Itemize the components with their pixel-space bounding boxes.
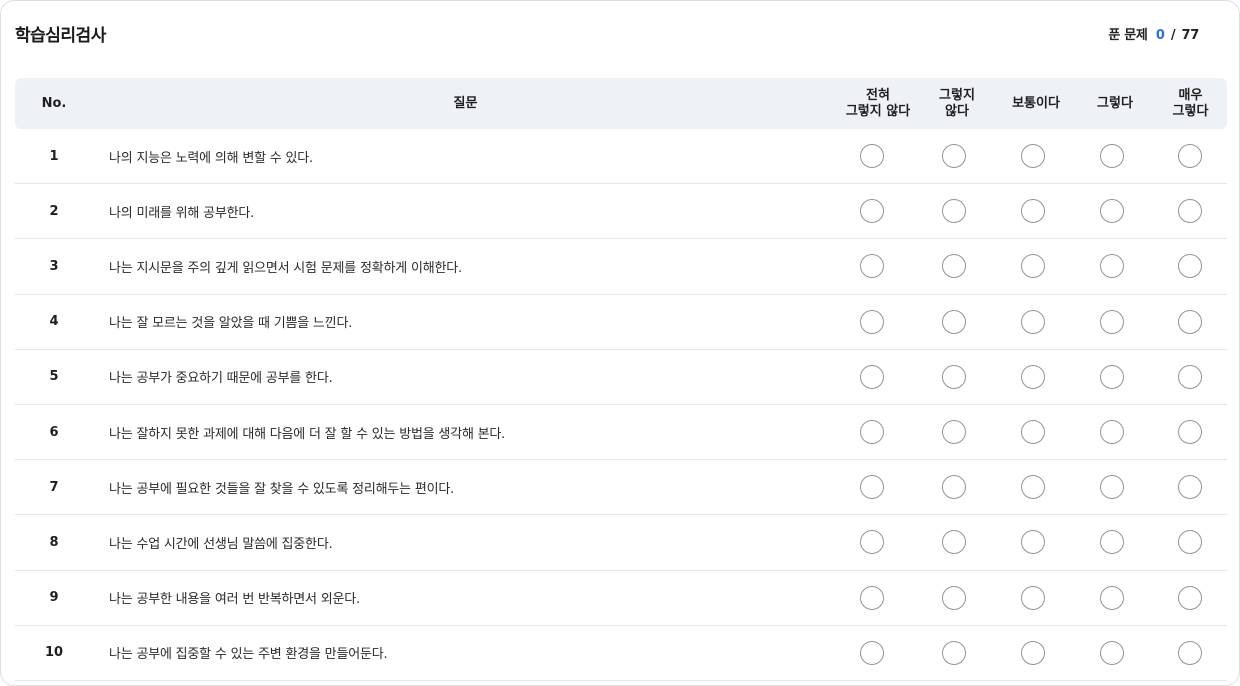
table-header: No. 질문 전혀 그렇지 않다 그렇지 않다 보통이다 그렇다 매우 그렇다 bbox=[15, 78, 1227, 129]
question-text: 나의 미래를 위해 공부한다. bbox=[109, 205, 255, 221]
answer-radio-option-4[interactable] bbox=[1100, 364, 1124, 389]
question-number: 5 bbox=[49, 369, 59, 385]
table-row: 3 나는 지시문을 주의 깊게 읽으면서 시험 문제를 정확하게 이해한다. bbox=[15, 239, 1227, 295]
column-header-option-5: 매우 그렇다 bbox=[1172, 87, 1209, 119]
answer-radio-option-4[interactable] bbox=[1100, 309, 1124, 334]
question-text: 나는 수업 시간에 선생님 말씀에 집중한다. bbox=[109, 536, 333, 552]
question-number: 8 bbox=[49, 534, 59, 550]
answer-radio-option-2[interactable] bbox=[942, 199, 966, 224]
table-row: 8 나는 수업 시간에 선생님 말씀에 집중한다. bbox=[15, 515, 1227, 571]
question-list: 1 나의 지능은 노력에 의해 변할 수 있다. 2 나의 미래를 위해 공부한다. 3… bbox=[15, 129, 1227, 681]
question-number: 4 bbox=[49, 314, 59, 330]
answer-radio-option-1[interactable] bbox=[860, 364, 884, 389]
progress-separator: / bbox=[1170, 27, 1176, 43]
answer-radio-option-5[interactable] bbox=[1178, 585, 1202, 610]
answer-radio-option-1[interactable] bbox=[860, 475, 884, 500]
answer-radio-option-3[interactable] bbox=[1021, 199, 1045, 224]
answer-radio-option-1[interactable] bbox=[860, 144, 884, 169]
column-header-option-3: 보통이다 bbox=[1012, 95, 1060, 111]
answer-radio-option-5[interactable] bbox=[1178, 364, 1202, 389]
column-header-option-1: 전혀 그렇지 않다 bbox=[845, 87, 911, 119]
answer-radio-option-3[interactable] bbox=[1021, 585, 1045, 610]
answer-radio-option-3[interactable] bbox=[1021, 475, 1045, 500]
table-row: 10 나는 공부에 집중할 수 있는 주변 환경을 만들어둔다. bbox=[15, 626, 1227, 681]
table-row: 5 나는 공부가 중요하기 때문에 공부를 한다. bbox=[15, 350, 1227, 405]
question-text: 나는 공부에 필요한 것들을 잘 찾을 수 있도록 정리해두는 편이다. bbox=[109, 481, 455, 497]
question-number: 6 bbox=[49, 424, 59, 440]
question-text: 나는 잘하지 못한 과제에 대해 다음에 더 잘 할 수 있는 방법을 생각해 … bbox=[109, 426, 506, 442]
answer-radio-option-2[interactable] bbox=[942, 585, 966, 610]
table-row: 4 나는 잘 모르는 것을 알았을 때 기쁨을 느낀다. bbox=[15, 295, 1227, 350]
answer-radio-option-2[interactable] bbox=[942, 254, 966, 279]
question-text: 나는 공부에 집중할 수 있는 주변 환경을 만들어둔다. bbox=[109, 647, 388, 663]
progress-label: 푼 문제 bbox=[1108, 27, 1148, 43]
answer-radio-option-2[interactable] bbox=[942, 420, 966, 445]
answer-radio-option-2[interactable] bbox=[942, 475, 966, 500]
column-header-question: 질문 bbox=[453, 95, 478, 111]
answer-radio-option-5[interactable] bbox=[1178, 199, 1202, 224]
question-text: 나는 잘 모르는 것을 알았을 때 기쁨을 느낀다. bbox=[109, 316, 353, 332]
answer-radio-option-3[interactable] bbox=[1021, 144, 1045, 169]
progress-done: 0 bbox=[1155, 27, 1165, 43]
answer-radio-option-3[interactable] bbox=[1021, 364, 1045, 389]
answer-radio-option-3[interactable] bbox=[1021, 640, 1045, 665]
answer-radio-option-5[interactable] bbox=[1178, 420, 1202, 445]
question-text: 나는 지시문을 주의 깊게 읽으면서 시험 문제를 정확하게 이해한다. bbox=[109, 260, 462, 276]
question-text: 나의 지능은 노력에 의해 변할 수 있다. bbox=[109, 150, 313, 166]
page-title: 학습심리검사 bbox=[15, 25, 106, 46]
table-row: 9 나는 공부한 내용을 여러 번 반복하면서 외운다. bbox=[15, 571, 1227, 626]
answer-radio-option-4[interactable] bbox=[1100, 475, 1124, 500]
table-row: 2 나의 미래를 위해 공부한다. bbox=[15, 184, 1227, 240]
answer-radio-option-2[interactable] bbox=[942, 364, 966, 389]
answer-radio-option-1[interactable] bbox=[860, 585, 884, 610]
answer-radio-option-4[interactable] bbox=[1100, 254, 1124, 279]
answer-radio-option-2[interactable] bbox=[942, 309, 966, 334]
answer-radio-option-4[interactable] bbox=[1100, 199, 1124, 224]
answer-radio-option-4[interactable] bbox=[1100, 420, 1124, 445]
answer-radio-option-3[interactable] bbox=[1021, 309, 1045, 334]
question-number: 2 bbox=[49, 203, 59, 219]
answer-radio-option-3[interactable] bbox=[1021, 254, 1045, 279]
answer-radio-option-5[interactable] bbox=[1178, 530, 1202, 555]
answer-radio-option-3[interactable] bbox=[1021, 420, 1045, 445]
answer-radio-option-4[interactable] bbox=[1100, 585, 1124, 610]
question-number: 3 bbox=[49, 258, 59, 274]
progress-total: 77 bbox=[1181, 27, 1200, 43]
answer-radio-option-4[interactable] bbox=[1100, 144, 1124, 169]
answer-radio-option-4[interactable] bbox=[1100, 640, 1124, 665]
question-text: 나는 공부한 내용을 여러 번 반복하면서 외운다. bbox=[109, 592, 360, 608]
question-number: 7 bbox=[49, 479, 59, 495]
answer-radio-option-1[interactable] bbox=[860, 640, 884, 665]
answer-radio-option-4[interactable] bbox=[1100, 530, 1124, 555]
survey-card: 학습심리검사 푼 문제 0 / 77 No. 질문 전혀 그렇지 않다 그렇지 … bbox=[0, 0, 1240, 686]
answer-radio-option-1[interactable] bbox=[860, 199, 884, 224]
answer-radio-option-1[interactable] bbox=[860, 309, 884, 334]
answer-radio-option-2[interactable] bbox=[942, 530, 966, 555]
question-number: 10 bbox=[44, 645, 64, 661]
question-text: 나는 공부가 중요하기 때문에 공부를 한다. bbox=[109, 371, 333, 387]
answer-radio-option-5[interactable] bbox=[1178, 309, 1202, 334]
column-header-no: No. bbox=[41, 95, 67, 111]
answer-radio-option-5[interactable] bbox=[1178, 254, 1202, 279]
table-row: 6 나는 잘하지 못한 과제에 대해 다음에 더 잘 할 수 있는 방법을 생각해… bbox=[15, 405, 1227, 461]
answer-radio-option-5[interactable] bbox=[1178, 475, 1202, 500]
answer-radio-option-1[interactable] bbox=[860, 254, 884, 279]
column-header-option-4: 그렇다 bbox=[1097, 95, 1133, 111]
column-header-option-2: 그렇지 않다 bbox=[939, 87, 975, 119]
survey-header: 학습심리검사 푼 문제 0 / 77 bbox=[15, 19, 1199, 47]
answer-radio-option-2[interactable] bbox=[942, 640, 966, 665]
progress-counter: 푼 문제 0 / 77 bbox=[1108, 24, 1199, 43]
answer-radio-option-1[interactable] bbox=[860, 530, 884, 555]
answer-radio-option-5[interactable] bbox=[1178, 144, 1202, 169]
answer-radio-option-2[interactable] bbox=[942, 144, 966, 169]
answer-radio-option-5[interactable] bbox=[1178, 640, 1202, 665]
question-number: 9 bbox=[49, 590, 59, 606]
table-row: 1 나의 지능은 노력에 의해 변할 수 있다. bbox=[15, 129, 1227, 185]
answer-radio-option-1[interactable] bbox=[860, 420, 884, 445]
question-number: 1 bbox=[49, 148, 59, 164]
table-row: 7 나는 공부에 필요한 것들을 잘 찾을 수 있도록 정리해두는 편이다. bbox=[15, 460, 1227, 516]
answer-radio-option-3[interactable] bbox=[1021, 530, 1045, 555]
